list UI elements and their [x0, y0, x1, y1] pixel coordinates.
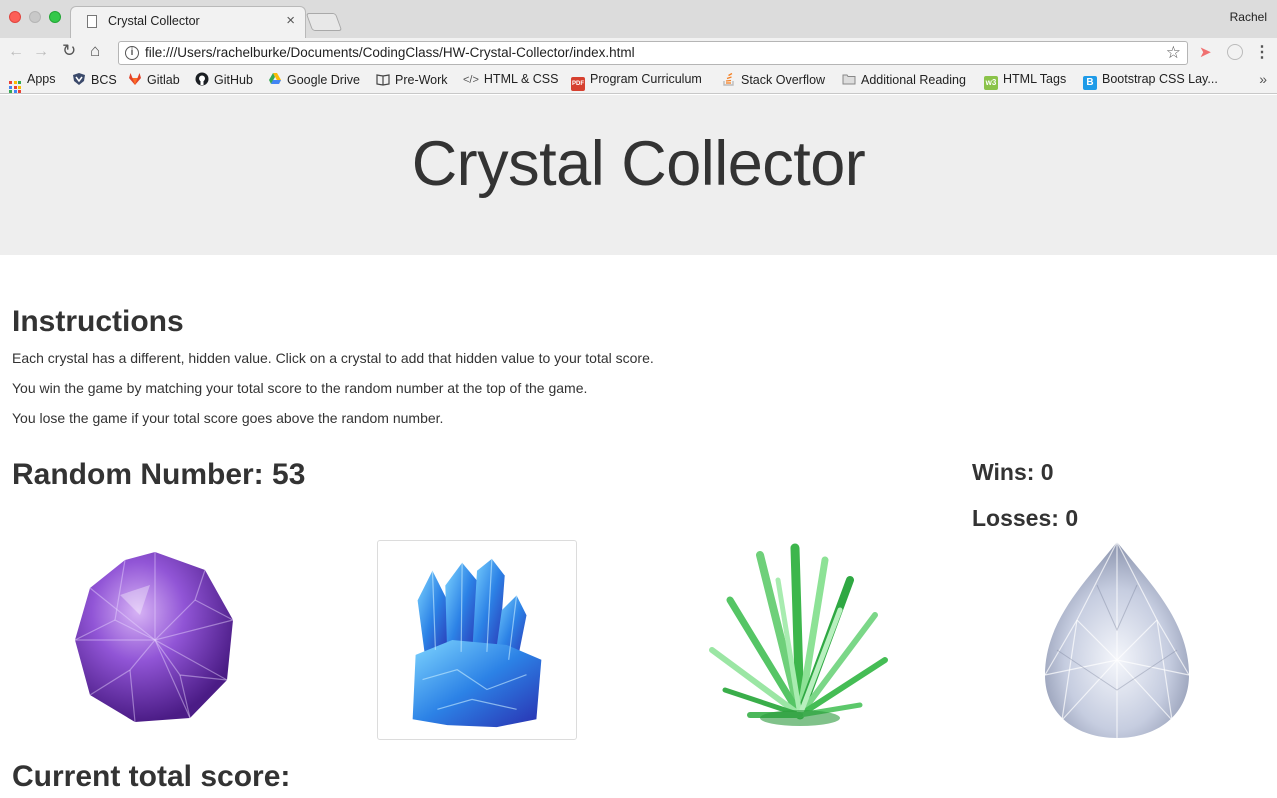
gitlab-icon [129, 73, 141, 85]
bookmark-label: Gitlab [147, 73, 180, 87]
info-icon[interactable]: i [125, 46, 139, 60]
shield-icon [73, 73, 85, 85]
kebab-menu-icon[interactable]: ⋮ [1254, 42, 1270, 62]
tab-close-icon[interactable]: × [286, 12, 295, 29]
instruction-text: You win the game by matching your total … [12, 380, 588, 396]
blue-quartz-crystal[interactable] [377, 540, 577, 740]
clear-teardrop-crystal[interactable] [1017, 540, 1217, 740]
clear-crystal-icon [1044, 541, 1190, 738]
reload-icon[interactable]: ↻ [62, 41, 76, 61]
browser-tab-strip: Crystal Collector × Rachel [0, 0, 1277, 39]
bookmark-pre-work[interactable]: Pre-Work [376, 72, 448, 87]
bookmark-apps[interactable]: Apps [9, 72, 56, 93]
bookmark-google-drive[interactable]: Google Drive [268, 72, 360, 87]
apps-grid-icon [9, 81, 21, 93]
bookmark-label: Pre-Work [395, 73, 448, 87]
instruction-text: Each crystal has a different, hidden val… [12, 350, 654, 366]
losses-counter: Losses: 0 [972, 505, 1079, 531]
address-bar[interactable]: i file:///Users/rachelburke/Documents/Co… [118, 41, 1188, 65]
browser-tab[interactable]: Crystal Collector × [70, 6, 306, 39]
purple-amethyst-crystal[interactable] [55, 540, 255, 740]
bookmark-label: Bootstrap CSS Lay... [1102, 72, 1218, 86]
home-icon[interactable]: ⌂ [90, 41, 100, 61]
green-spike-crystal[interactable] [700, 540, 900, 740]
bookmark-stack-overflow[interactable]: Stack Overflow [722, 72, 825, 87]
current-score-display: Current total score: [12, 760, 291, 793]
random-number-display: Random Number: 53 [12, 458, 306, 491]
browser-toolbar: ← → ↻ ⌂ i file:///Users/rachelburke/Docu… [0, 38, 1277, 68]
extension-circle-icon[interactable] [1227, 44, 1243, 60]
bookmark-program-curriculum[interactable]: PDF Program Curriculum [571, 72, 702, 91]
green-crystal-icon [709, 543, 888, 726]
bookmark-label: BCS [91, 73, 117, 87]
bookmark-label: Apps [27, 72, 56, 86]
bootstrap-icon: B [1083, 76, 1097, 90]
book-icon [376, 74, 390, 86]
bookmark-star-icon[interactable]: ☆ [1166, 43, 1181, 63]
bookmarks-overflow-icon[interactable]: » [1259, 71, 1267, 87]
bookmark-github[interactable]: GitHub [195, 72, 253, 87]
blue-crystal-icon [412, 558, 542, 728]
folder-icon [842, 74, 856, 85]
bookmarks-bar: Apps BCS Gitlab GitHub Google Drive Pre-… [0, 68, 1277, 94]
url-text[interactable]: file:///Users/rachelburke/Documents/Codi… [145, 45, 635, 60]
w3-icon: w3 [984, 76, 998, 90]
wins-counter: Wins: 0 [972, 459, 1054, 485]
document-icon [87, 15, 97, 28]
purple-crystal-icon [74, 552, 234, 723]
close-window-button[interactable] [9, 11, 21, 23]
instruction-text: You lose the game if your total score go… [12, 410, 444, 426]
pdf-icon: PDF [571, 77, 585, 91]
extension-icon[interactable]: ➤ [1199, 43, 1212, 61]
bookmark-label: Stack Overflow [741, 73, 826, 87]
forward-arrow-icon[interactable]: → [33, 43, 49, 61]
bookmark-label: Program Curriculum [590, 72, 702, 86]
jumbotron-header: Crystal Collector [0, 95, 1277, 255]
bookmark-html-tags[interactable]: w3 HTML Tags [984, 72, 1066, 90]
new-tab-button[interactable] [305, 13, 343, 31]
minimize-window-button[interactable] [29, 11, 41, 23]
bookmark-gitlab[interactable]: Gitlab [128, 72, 180, 87]
bookmark-label: Google Drive [287, 73, 360, 87]
google-drive-icon [269, 73, 281, 84]
github-icon [195, 72, 209, 86]
bookmark-bcs[interactable]: BCS [72, 72, 117, 87]
code-icon: </> [463, 74, 479, 86]
bookmark-label: GitHub [214, 73, 253, 87]
bookmark-html-css[interactable]: </> HTML & CSS [463, 72, 558, 88]
bookmark-bootstrap[interactable]: B Bootstrap CSS Lay... [1083, 72, 1218, 90]
bookmark-additional-reading[interactable]: Additional Reading [842, 72, 966, 87]
stackoverflow-icon [723, 72, 734, 86]
back-arrow-icon[interactable]: ← [8, 43, 24, 61]
bookmark-label: Additional Reading [861, 73, 966, 87]
instructions-heading: Instructions [12, 305, 184, 338]
bookmark-label: HTML & CSS [483, 72, 559, 86]
bookmark-label: HTML Tags [1003, 72, 1067, 86]
page-title: Crystal Collector [411, 129, 866, 199]
profile-name[interactable]: Rachel [1230, 10, 1267, 24]
zoom-window-button[interactable] [49, 11, 61, 23]
tab-title: Crystal Collector [108, 14, 200, 28]
